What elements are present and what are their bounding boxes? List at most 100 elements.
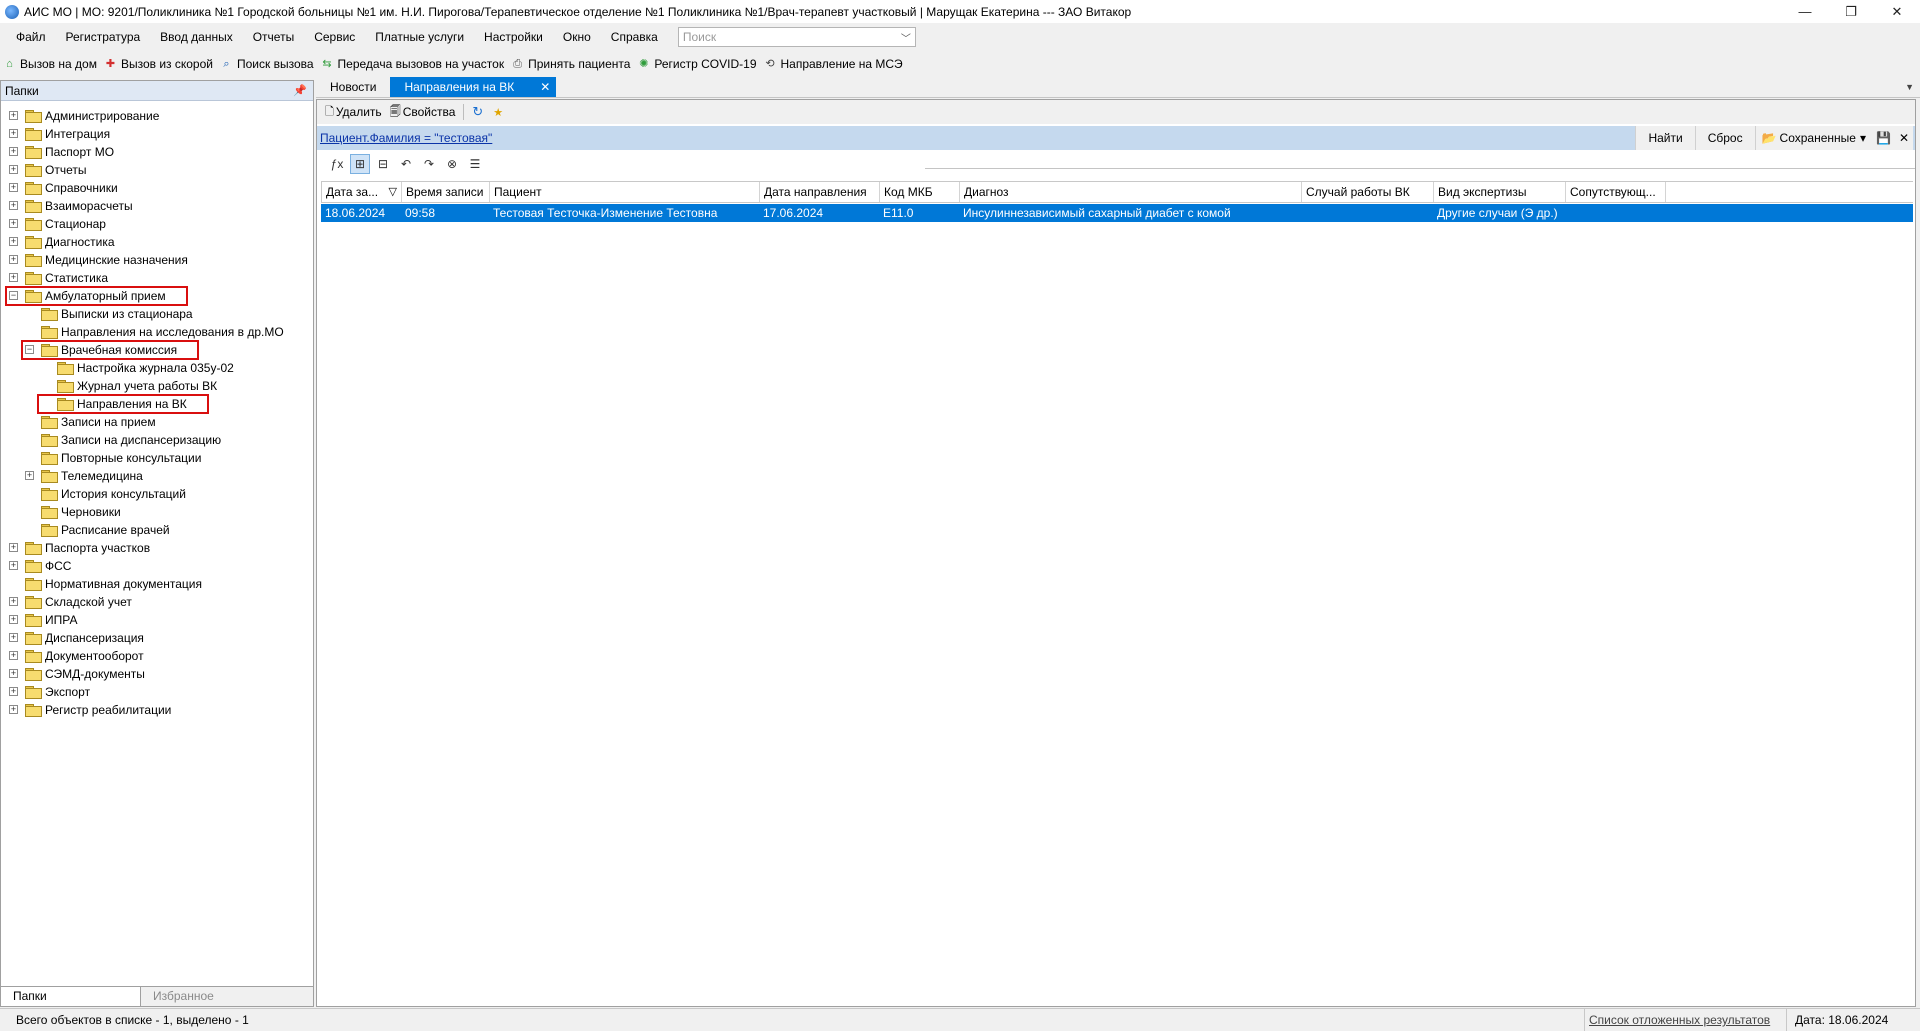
menu-help[interactable]: Справка: [601, 25, 668, 49]
expand-icon[interactable]: +: [9, 129, 18, 138]
filter-condition-link[interactable]: Пациент.Фамилия = "тестовая": [320, 131, 492, 145]
find-button[interactable]: Найти: [1635, 126, 1694, 150]
expand-icon[interactable]: +: [9, 201, 18, 210]
tree-item[interactable]: + ФСС: [1, 557, 313, 575]
column-header[interactable]: Дата за... ▽: [322, 182, 402, 202]
menu-data-entry[interactable]: Ввод данных: [150, 25, 243, 49]
expand-icon[interactable]: +: [9, 237, 18, 246]
tab-folders[interactable]: Папки: [1, 987, 141, 1006]
grid-tool-6-icon[interactable]: ☰: [465, 154, 485, 174]
expand-icon[interactable]: +: [9, 615, 18, 624]
expand-icon[interactable]: +: [25, 471, 34, 480]
properties-button[interactable]: 🗐 Свойства: [386, 103, 460, 122]
expand-icon[interactable]: +: [9, 705, 18, 714]
table-row[interactable]: 18.06.2024 09:58 Тестовая Тесточка-Изменен…: [321, 204, 1913, 222]
tree-item[interactable]: Настройка журнала 035у-02: [1, 359, 313, 377]
grid-tool-0-icon[interactable]: ƒx: [327, 154, 347, 174]
tree-item[interactable]: Черновики: [1, 503, 313, 521]
tree-item[interactable]: + Отчеты: [1, 161, 313, 179]
menu-settings[interactable]: Настройки: [474, 25, 553, 49]
tree-item[interactable]: История консультаций: [1, 485, 313, 503]
menu-file[interactable]: Файл: [0, 25, 56, 49]
expand-icon[interactable]: +: [9, 651, 18, 660]
minimize-button[interactable]: —: [1782, 0, 1828, 23]
expand-icon[interactable]: +: [9, 165, 18, 174]
tab-favorites[interactable]: Избранное: [141, 987, 281, 1006]
toolbar-button-6[interactable]: ⟲ Направление на МСЭ: [761, 53, 907, 75]
column-header[interactable]: Код МКБ: [880, 182, 960, 202]
close-tab-icon[interactable]: ✕: [540, 80, 550, 94]
tree-item[interactable]: + Стационар: [1, 215, 313, 233]
tree-item[interactable]: Расписание врачей: [1, 521, 313, 539]
column-header[interactable]: Дата направления: [760, 182, 880, 202]
expand-icon[interactable]: +: [9, 255, 18, 264]
column-header[interactable]: Пациент: [490, 182, 760, 202]
tree-item[interactable]: + Документооборот: [1, 647, 313, 665]
maximize-button[interactable]: ❐: [1828, 0, 1874, 23]
menu-window[interactable]: Окно: [553, 25, 601, 49]
column-header[interactable]: Диагноз: [960, 182, 1302, 202]
toolbar-button-1[interactable]: ✚ Вызов из скорой: [101, 53, 217, 75]
tree-item[interactable]: Направления на исследования в др.МО: [1, 323, 313, 341]
column-header[interactable]: Сопутствующ...: [1566, 182, 1666, 202]
tab-vk-referrals[interactable]: Направления на ВК ✕: [390, 77, 557, 97]
tree-item[interactable]: Журнал учета работы ВК: [1, 377, 313, 395]
expand-icon[interactable]: +: [9, 147, 18, 156]
expand-icon[interactable]: +: [9, 273, 18, 282]
expand-icon[interactable]: +: [9, 543, 18, 552]
tab-news[interactable]: Новости: [316, 77, 391, 97]
tree-item[interactable]: + ИПРА: [1, 611, 313, 629]
pin-icon[interactable]: 📌: [293, 84, 307, 97]
toolbar-button-2[interactable]: ⌕ Поиск вызова: [217, 53, 318, 75]
sort-descending-icon[interactable]: ▽: [389, 182, 397, 202]
tree-item[interactable]: + Телемедицина: [1, 467, 313, 485]
tree-item[interactable]: + Интеграция: [1, 125, 313, 143]
expand-icon[interactable]: +: [9, 111, 18, 120]
expand-icon[interactable]: +: [9, 219, 18, 228]
tree-item[interactable]: Выписки из стационара: [1, 305, 313, 323]
column-header[interactable]: Вид экспертизы: [1434, 182, 1566, 202]
horizontal-scroll-track[interactable]: [925, 168, 1915, 172]
column-header[interactable]: Время записи: [402, 182, 490, 202]
delete-button[interactable]: 🗋 Удалить: [321, 103, 386, 122]
chevron-down-icon[interactable]: ﹀: [901, 30, 911, 45]
menu-paid-services[interactable]: Платные услуги: [365, 25, 474, 49]
save-filter-icon[interactable]: 💾: [1872, 131, 1895, 145]
saved-filters-button[interactable]: 📂 Сохраненные ▾: [1754, 126, 1872, 150]
expand-icon[interactable]: +: [9, 633, 18, 642]
expand-icon[interactable]: +: [9, 687, 18, 696]
grid-tool-1-icon[interactable]: ⊞: [350, 154, 370, 174]
menu-service[interactable]: Сервис: [304, 25, 365, 49]
close-filter-icon[interactable]: ✕: [1895, 131, 1913, 145]
deferred-results-link[interactable]: Список отложенных результатов: [1584, 1009, 1774, 1031]
tree-item[interactable]: Записи на прием: [1, 413, 313, 431]
reset-button[interactable]: Сброс: [1694, 126, 1755, 150]
grid-tool-3-icon[interactable]: ↶: [396, 154, 416, 174]
tree-item[interactable]: + Экспорт: [1, 683, 313, 701]
tree-item[interactable]: Записи на диспансеризацию: [1, 431, 313, 449]
column-header[interactable]: Случай работы ВК: [1302, 182, 1434, 202]
expand-icon[interactable]: +: [9, 669, 18, 678]
tree-item[interactable]: + Диагностика: [1, 233, 313, 251]
tree-item[interactable]: + Медицинские назначения: [1, 251, 313, 269]
tree-item[interactable]: + Складской учет: [1, 593, 313, 611]
toolbar-button-5[interactable]: ✺ Регистр COVID-19: [634, 53, 760, 75]
tree-item[interactable]: + Паспорта участков: [1, 539, 313, 557]
tree-item[interactable]: + Паспорт МО: [1, 143, 313, 161]
toolbar-button-0[interactable]: ⌂ Вызов на дом: [0, 53, 101, 75]
menu-registry[interactable]: Регистратура: [56, 25, 151, 49]
global-search-input[interactable]: Поиск ﹀: [677, 27, 916, 47]
tabs-overflow-icon[interactable]: ▼: [1905, 82, 1914, 92]
add-favorite-button[interactable]: ★: [489, 106, 509, 119]
tree-item[interactable]: Нормативная документация: [1, 575, 313, 593]
tree-item[interactable]: + Статистика: [1, 269, 313, 287]
tree-item[interactable]: + СЭМД-документы: [1, 665, 313, 683]
tree-item[interactable]: + Диспансеризация: [1, 629, 313, 647]
tree-item[interactable]: + Справочники: [1, 179, 313, 197]
menu-reports[interactable]: Отчеты: [243, 25, 304, 49]
tree-item[interactable]: + Регистр реабилитации: [1, 701, 313, 719]
grid-tool-5-icon[interactable]: ⊗: [442, 154, 462, 174]
expand-icon[interactable]: +: [9, 183, 18, 192]
expand-icon[interactable]: +: [9, 597, 18, 606]
expand-icon[interactable]: +: [9, 561, 18, 570]
